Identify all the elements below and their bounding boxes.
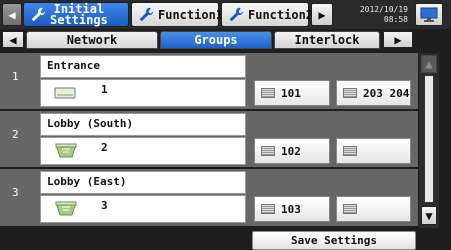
ceiling-cassette-icon [55,201,77,216]
unit-icon [343,204,357,214]
scroll-thumb[interactable] [424,75,434,203]
tab-label: Network [66,33,118,47]
scroll-up-button[interactable]: ▲ [421,55,437,73]
monitor-icon [420,7,438,22]
save-label: Save Settings [290,234,378,247]
group-number: 3 [12,186,19,199]
unit-count: 3 [101,199,108,212]
group-name: Lobby (East) [47,175,127,188]
tab-label: Function1 [158,7,224,22]
monitor-button[interactable] [415,3,443,26]
tab-interlock[interactable]: Interlock [274,31,380,49]
scroll-down-button[interactable]: ▼ [421,206,437,225]
indoor-unit-icon [54,87,76,99]
prev-page-button[interactable]: ◀ [2,3,22,26]
wrench-icon [229,7,244,21]
tab-function2[interactable]: Function2 [221,2,313,27]
unit-icon [343,146,357,156]
unit-address-button[interactable]: 203 204 [336,80,411,106]
tab-network[interactable]: Network [26,31,158,49]
group-name-field[interactable]: Lobby (South) [40,113,246,136]
tab-label: Groups [194,33,238,47]
group-name: Entrance [47,59,100,72]
unit-icon [261,146,275,156]
right-arrow-icon: ▶ [318,7,326,22]
group-number: 1 [12,70,19,83]
date-time-display: 2012/10/19 08:58 [344,5,408,27]
wrench-icon [31,7,46,21]
left-arrow-icon: ◀ [8,7,16,22]
group-name: Lobby (South) [47,117,134,130]
tab-label: Interlock [294,33,360,47]
subtab-prev-button[interactable]: ◀ [2,31,24,48]
group-name-field[interactable]: Lobby (East) [40,171,246,194]
time-text: 08:58 [383,15,408,24]
tab-label-line2: Settings [50,12,108,27]
unit-address-button[interactable]: 103 [254,196,330,222]
up-arrow-icon: ▲ [425,57,433,71]
right-arrow-icon: ▶ [394,32,402,47]
group-units-box[interactable]: 2 [40,137,246,165]
group-name-field[interactable]: Entrance [40,55,246,78]
group-units-box[interactable]: 3 [40,195,246,223]
unit-icon [261,204,275,214]
unit-count: 1 [101,83,108,96]
unit-address: 103 [281,202,301,216]
unit-icon [343,88,357,98]
unit-address: 203 204 [363,86,410,100]
unit-address-button[interactable]: 102 [254,138,330,164]
save-settings-button[interactable]: Save Settings [252,231,416,250]
ceiling-cassette-icon [55,143,77,158]
unit-address-button[interactable] [336,196,411,222]
subtab-next-button[interactable]: ▶ [383,31,413,48]
unit-address-button[interactable] [336,138,411,164]
tab-label: Function2 [248,7,314,22]
unit-count: 2 [101,141,108,154]
group-number: 2 [12,128,19,141]
tab-initial-settings[interactable]: Initial Settings [23,2,129,27]
date-text: 2012/10/19 [359,5,408,14]
unit-address-button[interactable]: 101 [254,80,330,106]
left-arrow-icon: ◀ [9,32,17,47]
unit-address: 101 [281,86,301,100]
down-arrow-icon: ▼ [425,208,433,223]
unit-address: 102 [281,144,301,158]
next-page-button[interactable]: ▶ [311,3,333,26]
tab-groups[interactable]: Groups [160,31,272,49]
tab-function1[interactable]: Function1 [131,2,223,27]
unit-icon [261,88,275,98]
wrench-icon [139,7,154,21]
group-units-box[interactable]: 1 [40,79,246,107]
